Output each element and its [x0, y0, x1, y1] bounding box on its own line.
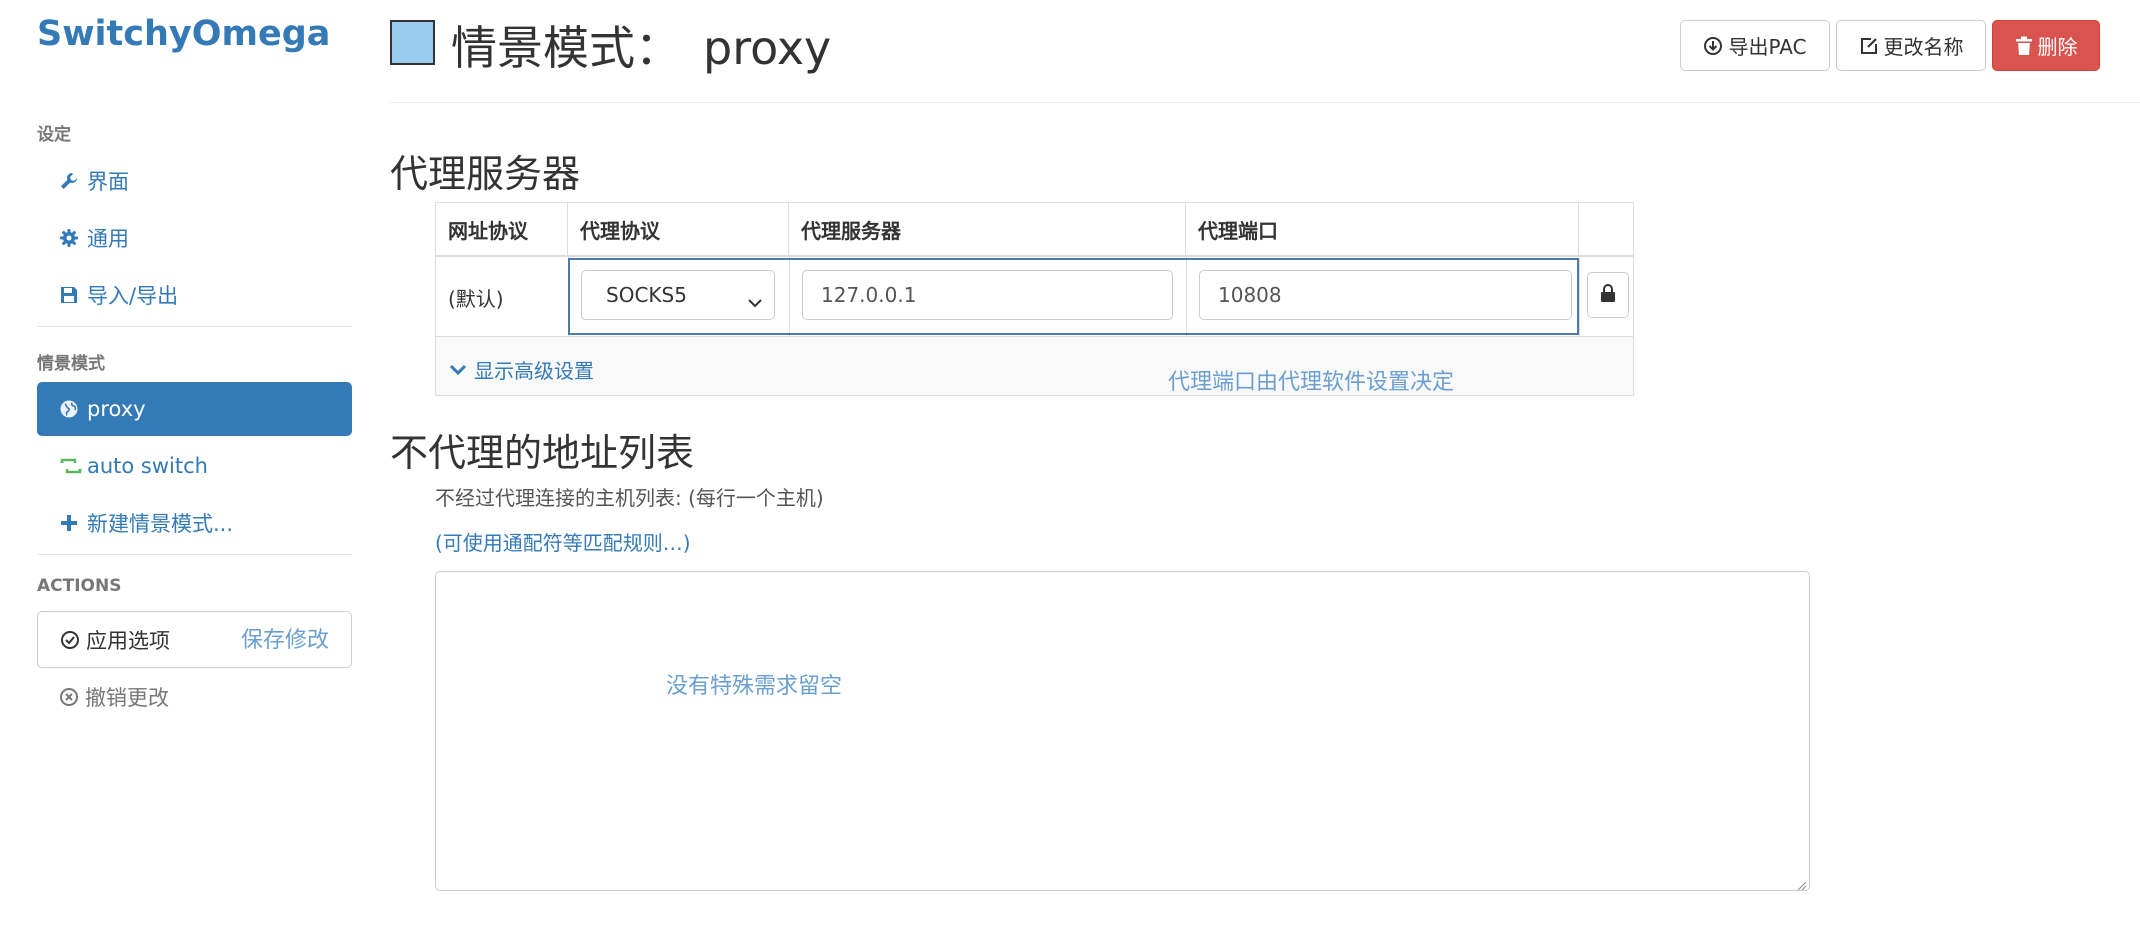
scheme-default-cell: (默认)	[448, 286, 504, 311]
proxy-servers-heading: 代理服务器	[390, 152, 581, 196]
resize-grip-icon[interactable]	[1795, 876, 1807, 895]
proxy-servers-table: 网址协议 代理协议 代理服务器 代理端口 (默认) SOCKS5 127.0.0…	[435, 202, 1634, 396]
table-row: (默认) SOCKS5	[436, 257, 1633, 337]
gear-icon	[59, 228, 83, 248]
sidebar-item-general[interactable]: 通用	[37, 211, 352, 265]
profile-color-swatch[interactable]	[390, 20, 435, 65]
settings-header: 设定	[37, 125, 71, 145]
app-brand[interactable]: SwitchyOmega	[37, 14, 330, 54]
export-pac-label: 导出PAC	[1728, 35, 1807, 59]
show-advanced-label: 显示高级设置	[474, 359, 594, 383]
bypass-list-textarea[interactable]	[435, 571, 1810, 891]
sidebar-item-label: auto switch	[87, 454, 208, 478]
sidebar-item-label: 界面	[87, 170, 129, 194]
chevron-down-icon	[450, 364, 466, 376]
proxy-port-input[interactable]	[1199, 270, 1572, 320]
port-annotation: 代理端口由代理软件设置决定	[1168, 370, 1455, 395]
proxy-server-input[interactable]	[802, 270, 1173, 320]
delete-label: 删除	[2037, 35, 2078, 59]
download-circle-icon	[1703, 36, 1723, 56]
edit-icon	[1859, 36, 1879, 56]
wrench-icon	[59, 171, 83, 191]
sidebar-item-interface[interactable]: 界面	[37, 154, 352, 208]
sidebar-item-label: 新建情景模式...	[87, 512, 234, 536]
sidebar-item-proxy[interactable]: proxy	[37, 382, 352, 436]
wildcard-rules-link[interactable]: (可使用通配符等匹配规则…)	[435, 527, 691, 556]
sidebar-divider	[37, 326, 352, 327]
header-divider	[390, 102, 2140, 103]
title-prefix: 情景模式：	[451, 21, 681, 75]
sidebar-item-label: 通用	[87, 227, 129, 251]
show-advanced-link[interactable]: 显示高级设置	[450, 355, 594, 384]
chevron-down-icon	[748, 289, 762, 313]
bypass-list-heading: 不代理的地址列表	[390, 431, 695, 475]
table-footer-row: 显示高级设置 代理端口由代理软件设置决定	[436, 337, 1633, 395]
profile-name: proxy	[703, 21, 832, 75]
floppy-disk-icon	[59, 285, 83, 305]
trash-icon	[2015, 36, 2033, 56]
column-header-port: 代理端口	[1186, 203, 1579, 255]
plus-icon	[59, 513, 83, 533]
check-circle-icon	[60, 630, 80, 650]
sidebar-divider	[37, 554, 352, 555]
bypass-help-text: 不经过代理连接的主机列表: (每行一个主机)	[435, 486, 824, 510]
apply-label: 应用选项	[86, 628, 170, 653]
apply-options-button[interactable]: 应用选项 保存修改	[37, 611, 352, 668]
proxy-protocol-value: SOCKS5	[606, 283, 687, 307]
table-header-row: 网址协议 代理协议 代理服务器 代理端口	[436, 203, 1633, 257]
profiles-header: 情景模式	[37, 354, 105, 374]
sidebar-item-auto-switch[interactable]: auto switch	[37, 439, 352, 493]
globe-icon	[59, 399, 83, 419]
sidebar-item-label: 导入/导出	[87, 284, 179, 308]
page-title: 情景模式： proxy	[451, 12, 831, 78]
column-header-protocol: 代理协议	[568, 203, 789, 255]
sidebar-item-new-profile[interactable]: 新建情景模式...	[37, 496, 352, 550]
sidebar-item-import-export[interactable]: 导入/导出	[37, 268, 352, 322]
delete-button[interactable]: 删除	[1992, 20, 2100, 71]
rename-button[interactable]: 更改名称	[1836, 20, 1986, 71]
column-header-server: 代理服务器	[789, 203, 1186, 255]
export-pac-button[interactable]: 导出PAC	[1680, 20, 1830, 71]
x-circle-icon	[59, 687, 79, 707]
column-header-scheme: 网址协议	[436, 203, 568, 255]
discard-changes-button[interactable]: 撤销更改	[37, 668, 169, 726]
sidebar-item-label: proxy	[87, 397, 146, 421]
auth-lock-button[interactable]	[1587, 272, 1629, 318]
sidebar: SwitchyOmega 设定 界面 通用 导入/导出 情景模式 proxy a…	[0, 0, 380, 941]
discard-label: 撤销更改	[85, 686, 169, 710]
lock-icon	[1600, 284, 1616, 306]
actions-header: ACTIONS	[37, 576, 122, 596]
save-changes-note: 保存修改	[241, 628, 330, 653]
retweet-icon	[59, 456, 83, 476]
proxy-protocol-select[interactable]: SOCKS5	[581, 270, 775, 320]
rename-label: 更改名称	[1883, 35, 1964, 59]
